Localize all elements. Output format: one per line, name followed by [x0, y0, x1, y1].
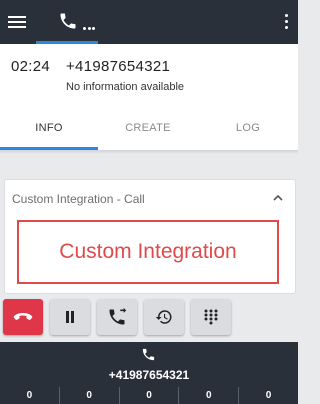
integration-title: Custom Integration - Call: [12, 192, 145, 206]
tab-info[interactable]: INFO: [0, 113, 98, 150]
transfer-button[interactable]: [97, 299, 137, 335]
more-options-button[interactable]: [284, 14, 290, 30]
custom-integration-text: Custom Integration: [59, 240, 237, 263]
active-call-number[interactable]: +41987654321: [0, 368, 298, 382]
chevron-up-icon[interactable]: [273, 194, 283, 201]
stat-value: 0: [60, 387, 120, 404]
card-shadow: [0, 150, 298, 154]
caller-number: +41987654321: [66, 58, 171, 75]
custom-integration-frame: Custom Integration: [17, 220, 279, 284]
stat-value: 0: [120, 387, 180, 404]
tab-phone[interactable]: [36, 0, 98, 44]
hamburger-icon: [8, 16, 26, 18]
stat-value: 0: [0, 387, 60, 404]
call-duration: 02:24: [11, 58, 51, 75]
pause-icon: [66, 311, 74, 323]
queue-stats: 0 0 0 0 0: [0, 387, 298, 404]
phone-icon: [60, 13, 76, 29]
hangup-button[interactable]: [3, 299, 43, 335]
hangup-icon: [13, 313, 33, 320]
call-card: 02:24 +41987654321 No information availa…: [0, 44, 298, 150]
caller-info: No information available: [66, 81, 185, 93]
history-button[interactable]: [144, 299, 184, 335]
stat-value: 0: [179, 387, 240, 404]
dialpad-button[interactable]: [191, 299, 231, 335]
tab-log[interactable]: LOG: [198, 113, 298, 150]
call-tabs: INFO CREATE LOG: [0, 113, 298, 150]
menu-button[interactable]: [5, 9, 29, 35]
transfer-icon: [109, 307, 127, 325]
phone-icon: [142, 348, 155, 361]
active-call-bar: +41987654321 0 0 0 0 0: [0, 342, 298, 404]
hold-button[interactable]: [50, 299, 90, 335]
stat-value: 0: [265, 390, 272, 401]
dialpad-icon: [204, 309, 218, 325]
top-bar: [0, 0, 298, 44]
integration-panel: Custom Integration - Call Custom Integra…: [4, 179, 296, 294]
history-icon: [155, 310, 172, 324]
ellipsis-icon: [83, 27, 95, 30]
tab-create[interactable]: CREATE: [98, 113, 198, 150]
